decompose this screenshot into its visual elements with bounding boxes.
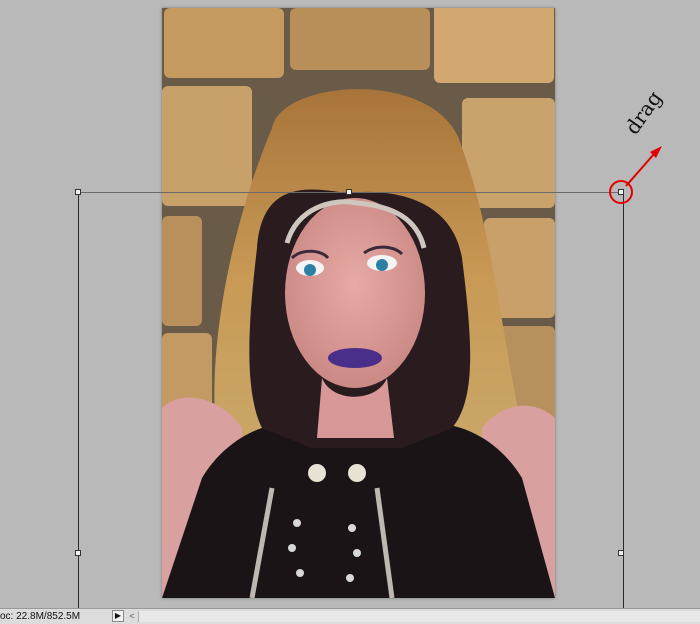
status-bar: oc: 22.8M/852.5M ▶ < bbox=[0, 608, 700, 624]
drag-arrow-icon bbox=[625, 146, 662, 187]
horizontal-scrollbar[interactable] bbox=[138, 611, 700, 622]
canvas-area[interactable]: drag bbox=[0, 0, 700, 623]
document-size-readout: oc: 22.8M/852.5M bbox=[0, 611, 81, 622]
triangle-right-icon[interactable]: ▶ bbox=[112, 610, 124, 622]
chevron-left-icon[interactable]: < bbox=[127, 610, 137, 622]
